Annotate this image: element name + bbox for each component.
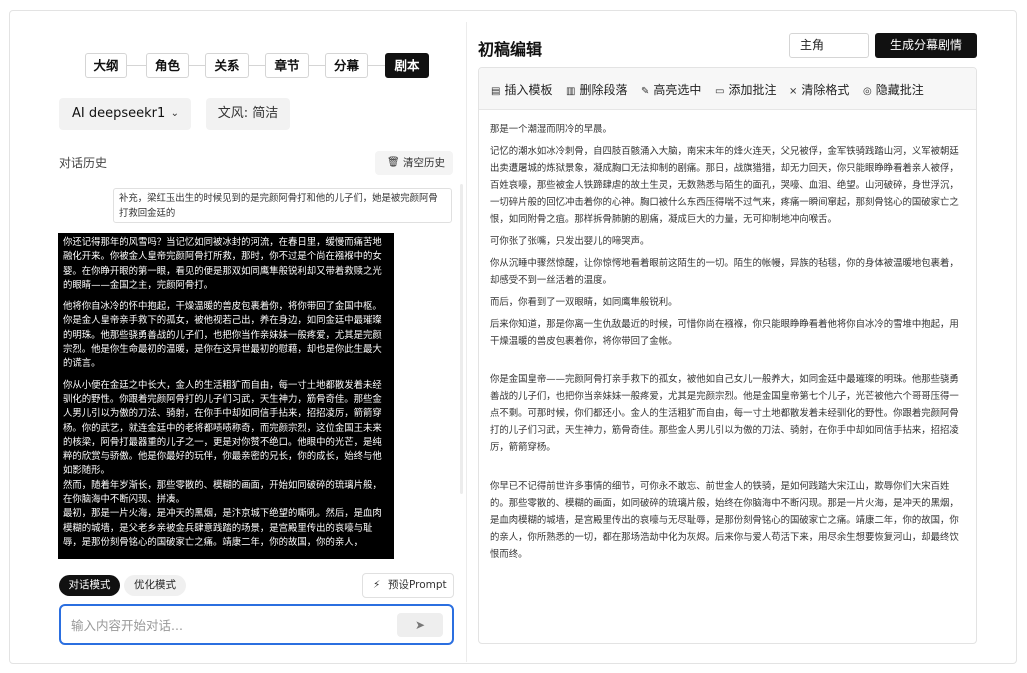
ai-message-paragraph: 你从小便在金廷之中长大，金人的生活粗犷而自由，每一寸土地都散发着未经驯化的野性。…	[63, 379, 382, 477]
step-tab-outline[interactable]: 大纲	[85, 53, 127, 78]
delete-paragraph-button[interactable]: ▥ 删除段落	[566, 81, 627, 98]
clear-history-button[interactable]: 🗑 清空历史	[375, 151, 453, 175]
draft-editor[interactable]: ▤ 插入模板 ▥ 删除段落 ✎ 高亮选中 ▭ 添加批注 ⨯ 清除格式 ◎ 隐藏批注 那是一个…	[478, 67, 977, 644]
editor-toolbar: ▤ 插入模板 ▥ 删除段落 ✎ 高亮选中 ▭ 添加批注 ⨯ 清除格式 ◎ 隐藏批注	[479, 68, 976, 110]
editor-paragraph: 你早已不记得前世许多事情的细节，可你永不敢忘、前世金人的铁骑，是如何践踏大宋江山…	[490, 480, 959, 560]
panel-divider	[466, 22, 467, 662]
ai-message: 你还记得那年的风雪吗？当记忆如同被冰封的河流，在春日里，缓慢而痛苦地融化开来。你…	[58, 233, 394, 559]
clear-format-icon: ⨯	[789, 86, 798, 97]
hide-comments-button[interactable]: ◎ 隐藏批注	[863, 81, 924, 98]
optimize-mode-tab[interactable]: 优化模式	[124, 575, 186, 596]
role-select[interactable]: 主角	[789, 33, 869, 58]
step-connector	[249, 65, 265, 66]
ai-message-paragraph: 他将你自冰冷的怀中抱起，干燥温暖的兽皮包裹着你，将你带回了金国中枢。你是金人皇帝…	[63, 301, 382, 370]
editor-content[interactable]: 那是一个潮湿而阴冷的早晨。 记忆的潮水如冰冷刺骨，自四肢百骸涌入大脑，南宋末年的…	[490, 121, 968, 568]
send-button[interactable]: ➤	[397, 613, 443, 637]
clear-history-label: 清空历史	[403, 157, 445, 169]
ai-message-paragraph: 你还记得那年的风雪吗？当记忆如同被冰封的河流，在春日里，缓慢而痛苦地融化开来。你…	[63, 237, 382, 291]
insert-template-button[interactable]: ▤ 插入模板	[491, 81, 552, 98]
editor-paragraph: 记忆的潮水如冰冷刺骨，自四肢百骸涌入大脑，南宋末年的烽火连天，父兄被俘，金军铁骑…	[490, 145, 959, 226]
send-icon: ➤	[414, 618, 426, 632]
chat-input-box: ➤	[59, 604, 454, 645]
step-tab-script[interactable]: 剧本	[385, 53, 429, 78]
eye-icon: ◎	[863, 86, 872, 97]
preset-prompt-label: 预设Prompt	[388, 579, 447, 591]
ai-message-paragraph: 最初，那是一片火海，是冲天的黑烟，是汴京城下绝望的嘶吼。然后，是血肉模糊的城墙，…	[63, 508, 382, 548]
lightning-icon: ⚡	[373, 579, 381, 591]
delete-paragraph-icon: ▥	[566, 86, 576, 97]
preset-prompt-button[interactable]: ⚡ 预设Prompt	[362, 573, 454, 598]
step-tab-relations[interactable]: 关系	[205, 53, 249, 78]
history-title: 对话历史	[59, 156, 108, 170]
editor-paragraph: 可你张了张嘴，只发出婴儿的啼哭声。	[490, 236, 650, 248]
editor-paragraph: 后来你知道，那是你离一生仇敌最近的时候，可惜你尚在襁褓，你只能眼睁睁看着他将你自…	[490, 318, 959, 348]
model-selector[interactable]: AI deepseekr1 ⌄	[59, 98, 191, 130]
editor-title: 初稿编辑	[478, 40, 543, 59]
user-message: 补充，梁红玉出生的时候见到的是完颜阿骨打和他的儿子们，她是被完颜阿骨打救回金廷的	[113, 188, 452, 223]
add-comment-button[interactable]: ▭ 添加批注	[715, 81, 776, 98]
step-tab-chapters[interactable]: 章节	[265, 53, 309, 78]
editor-paragraph: 你从沉睡中骤然惊醒，让你惊愕地看着眼前这陌生的一切。陌生的帐幔，异族的毡毯，你的…	[490, 258, 959, 287]
editor-paragraph: 而后，你看到了一双眼睛，如同鹰隼般锐利。	[490, 297, 678, 309]
comment-icon: ▭	[715, 86, 725, 97]
clear-format-button[interactable]: ⨯ 清除格式	[789, 81, 849, 98]
template-icon: ▤	[491, 86, 501, 97]
ai-message-paragraph: 然而，随着年岁渐长，那些零散的、模糊的画面，开始如同破碎的琉璃片般，在你脑海中不…	[63, 479, 382, 506]
model-label: AI deepseekr1	[72, 106, 166, 121]
step-connector	[127, 65, 146, 66]
style-selector[interactable]: 文风: 简洁	[206, 98, 290, 130]
step-connector	[189, 65, 205, 66]
generate-acts-button[interactable]: 生成分幕剧情	[875, 33, 977, 58]
editor-paragraph: 那是一个潮湿而阴冷的早晨。	[490, 124, 612, 135]
chat-mode-tab[interactable]: 对话模式	[59, 575, 120, 596]
history-scrollbar[interactable]	[460, 184, 463, 494]
chat-input[interactable]	[71, 615, 391, 635]
editor-paragraph: 你是金国皇帝——完颜阿骨打亲手救下的孤女，被他如自己女儿一般养大，如同金廷中最璀…	[490, 374, 959, 454]
trash-icon: 🗑	[387, 157, 400, 168]
pen-icon: ✎	[641, 86, 650, 97]
chevron-down-icon: ⌄	[170, 108, 179, 119]
step-connector	[368, 65, 385, 66]
step-tab-acts[interactable]: 分幕	[325, 53, 368, 78]
step-connector	[309, 65, 325, 66]
highlight-button[interactable]: ✎ 高亮选中	[641, 81, 701, 98]
step-tab-characters[interactable]: 角色	[146, 53, 189, 78]
